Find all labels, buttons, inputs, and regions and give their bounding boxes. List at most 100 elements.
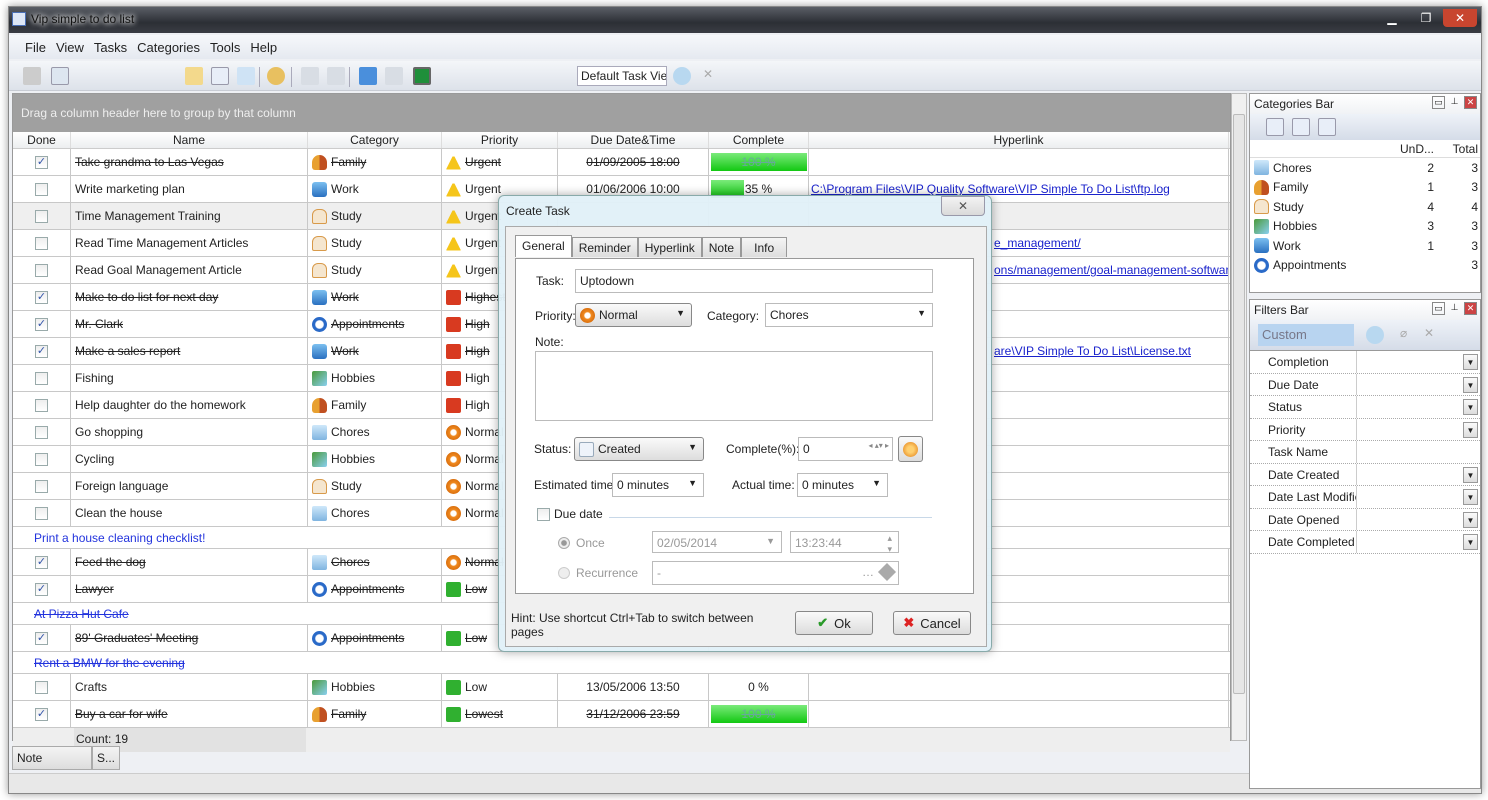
dialog-close-button[interactable]: ✕ [941, 196, 985, 216]
once-radio[interactable] [558, 537, 570, 549]
done-cell[interactable] [13, 203, 71, 229]
chevron-down-icon[interactable]: ▼ [1463, 421, 1478, 438]
done-checkbox[interactable] [35, 425, 48, 439]
find-icon[interactable] [267, 67, 285, 85]
add-category-icon[interactable] [1266, 118, 1284, 136]
column-header-complete[interactable]: Complete [709, 132, 809, 148]
filter-value[interactable]: ▼ [1357, 351, 1480, 373]
filter-value[interactable]: ▼ [1357, 396, 1480, 418]
done-checkbox[interactable] [35, 506, 48, 520]
float-icon[interactable]: ▭ [1432, 96, 1445, 109]
done-checkbox[interactable] [35, 479, 48, 493]
edit-task-icon[interactable] [211, 67, 229, 85]
filter-value[interactable]: ▼ [1357, 531, 1480, 553]
table-row[interactable]: Crafts Hobbies Low 13/05/2006 13:50 0 % [13, 674, 1230, 701]
filter-value[interactable]: ▼ [1357, 374, 1480, 396]
column-header-hyperlink[interactable]: Hyperlink [809, 132, 1229, 148]
column-header-category[interactable]: Category [308, 132, 442, 148]
done-cell[interactable] [13, 257, 71, 283]
done-cell[interactable]: ✓ [13, 284, 71, 310]
complete-spinner[interactable]: 0 ◂ ▴▾ ▸ [798, 437, 893, 461]
category-item[interactable]: Study 4 4 [1250, 197, 1480, 217]
filter-preset-select[interactable]: Custom [1258, 324, 1354, 346]
grid-scrollbar[interactable] [1231, 93, 1247, 741]
recurrence-radio[interactable] [558, 567, 570, 579]
spinner-icon[interactable]: ▴ ▾ [887, 533, 892, 555]
done-cell[interactable]: ✓ [13, 149, 71, 175]
column-header-name[interactable]: Name [71, 132, 308, 148]
done-checkbox[interactable]: ✓ [35, 290, 48, 304]
ok-button[interactable]: ✔ Ok [795, 611, 873, 635]
category-select[interactable]: Chores ▼ [765, 303, 933, 327]
filter-value[interactable]: ▼ [1357, 419, 1480, 441]
chevron-down-icon[interactable]: ▼ [1463, 466, 1478, 483]
category-item[interactable]: Appointments 3 [1250, 256, 1480, 276]
menu-file[interactable]: File [25, 40, 46, 55]
category-item[interactable]: Family 1 3 [1250, 178, 1480, 198]
tab-note[interactable]: Note [12, 746, 92, 770]
done-checkbox[interactable]: ✓ [35, 555, 48, 569]
done-checkbox[interactable] [35, 371, 48, 385]
done-checkbox[interactable]: ✓ [35, 155, 48, 169]
delete-filter-icon[interactable]: ✕ [1424, 326, 1442, 344]
done-cell[interactable]: ✓ [13, 311, 71, 337]
once-time-input[interactable]: 13:23:44 ▴ ▾ [790, 531, 899, 555]
float-icon[interactable]: ▭ [1432, 302, 1445, 315]
menu-categories[interactable]: Categories [137, 40, 200, 55]
close-panel-icon[interactable]: ✕ [1464, 302, 1477, 315]
done-cell[interactable] [13, 392, 71, 418]
done-cell[interactable] [13, 176, 71, 202]
recurrence-input[interactable]: -… [652, 561, 899, 585]
delete-view-icon[interactable]: ✕ [699, 67, 717, 85]
menu-help[interactable]: Help [250, 40, 277, 55]
due-date-checkbox[interactable] [537, 508, 550, 521]
recurrence-icon[interactable] [877, 562, 897, 582]
move-bottom-icon[interactable] [359, 67, 377, 85]
chevron-down-icon[interactable]: ▼ [1463, 534, 1478, 550]
column-header-priority[interactable]: Priority [442, 132, 558, 148]
done-checkbox[interactable] [35, 182, 48, 196]
tab-reminder[interactable]: Reminder [571, 237, 638, 257]
done-checkbox[interactable]: ✓ [35, 344, 48, 358]
minimize-button[interactable]: ▁ [1375, 9, 1409, 27]
done-cell[interactable] [13, 674, 71, 700]
done-cell[interactable]: ✓ [13, 701, 71, 727]
scroll-thumb[interactable] [1233, 114, 1245, 694]
chevron-down-icon[interactable]: ▼ [1463, 511, 1478, 528]
priority-select[interactable]: Normal ▼ [575, 303, 692, 327]
column-undone[interactable]: UnD... [1374, 142, 1434, 156]
chevron-down-icon[interactable]: ▼ [1463, 376, 1478, 393]
done-cell[interactable] [13, 500, 71, 526]
print-preview-icon[interactable] [51, 67, 69, 85]
pin-icon[interactable]: ⊥ [1448, 96, 1461, 109]
category-item[interactable]: Hobbies 3 3 [1250, 217, 1480, 237]
clear-filter-icon[interactable]: ⌀ [1400, 326, 1418, 344]
apply-filter-icon[interactable] [1366, 326, 1384, 344]
delete-task-icon[interactable] [237, 67, 255, 85]
chevron-down-icon[interactable]: ▼ [1463, 489, 1478, 505]
move-down-icon[interactable] [301, 67, 319, 85]
chevron-down-icon[interactable]: ▼ [1463, 354, 1478, 370]
close-button[interactable]: ✕ [1443, 9, 1477, 27]
menu-tools[interactable]: Tools [210, 40, 240, 55]
filter-value[interactable]: ▼ [1357, 486, 1480, 508]
group-by-area[interactable]: Drag a column header here to group by th… [13, 94, 1230, 132]
once-date-input[interactable]: 02/05/2014 ▼ [652, 531, 782, 553]
cancel-button[interactable]: ✖ Cancel [893, 611, 971, 635]
tab-general[interactable]: General [515, 235, 572, 257]
done-checkbox[interactable]: ✓ [35, 707, 48, 721]
done-cell[interactable] [13, 473, 71, 499]
done-checkbox[interactable] [35, 236, 48, 250]
tab-hyperlink[interactable]: Hyperlink [637, 237, 702, 257]
hyperlink[interactable]: C:\Program Files\VIP Quality Software\VI… [811, 182, 1170, 196]
chevron-down-icon[interactable]: ▼ [1463, 399, 1478, 415]
table-row[interactable]: ✓ Take grandma to Las Vegas Family Urgent 01… [13, 149, 1230, 176]
done-checkbox[interactable]: ✓ [35, 582, 48, 596]
note-textarea[interactable] [535, 351, 933, 421]
done-checkbox[interactable] [35, 680, 48, 694]
column-header-done[interactable]: Done [13, 132, 71, 148]
done-checkbox[interactable]: ✓ [35, 631, 48, 645]
delete-category-icon[interactable] [1318, 118, 1336, 136]
move-top-icon[interactable] [385, 67, 403, 85]
new-task-icon[interactable] [185, 67, 203, 85]
